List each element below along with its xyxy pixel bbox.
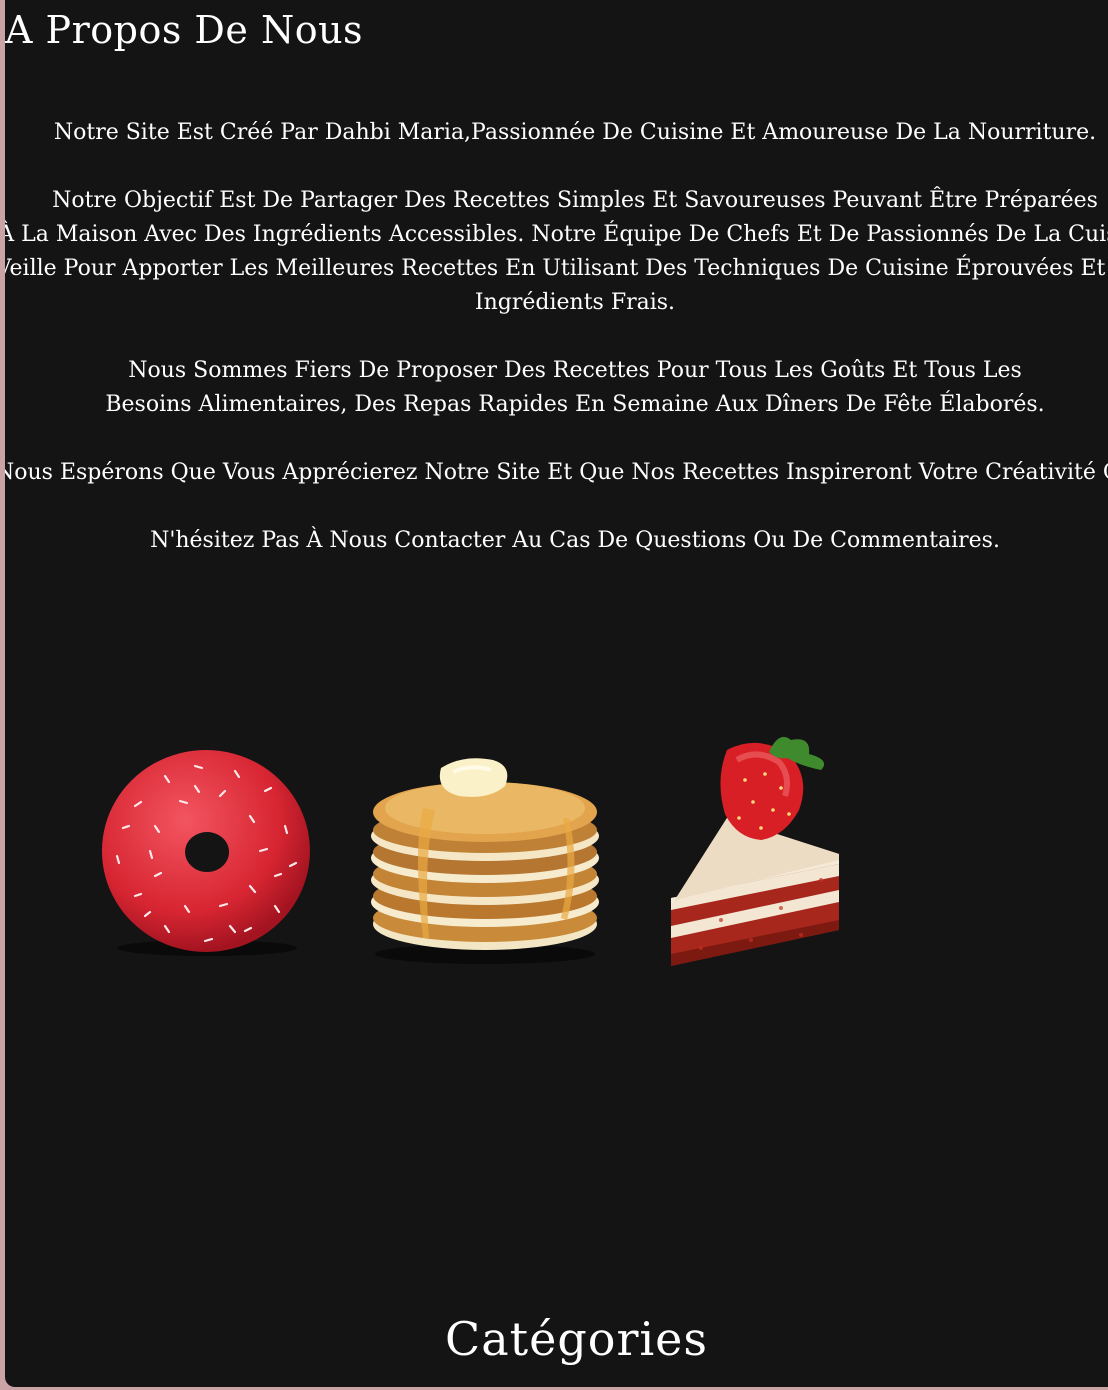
about-line: Besoins Alimentaires, Des Repas Rapides … (105, 392, 1045, 417)
about-paragraph: Notre Site Est Créé Par Dahbi Maria,Pass… (5, 116, 1108, 150)
donut-image (101, 750, 310, 956)
about-paragraph: N'hésitez Pas À Nous Contacter Au Cas De… (5, 524, 1108, 558)
about-line: Nous Sommes Fiers De Proposer Des Recett… (128, 358, 1022, 383)
about-line: À La Maison Avec Des Ingrédients Accessi… (5, 222, 1108, 247)
food-gallery (5, 720, 1108, 980)
categories-title: Catégories (445, 1312, 708, 1366)
about-paragraph: Nous Sommes Fiers De Proposer Des Recett… (5, 354, 1108, 422)
red-velvet-cake-image (671, 736, 839, 966)
about-line: Nous Espérons Que Vous Apprécierez Notre… (5, 460, 1108, 485)
about-paragraph: Notre Objectif Est De Partager Des Recet… (5, 184, 1108, 320)
about-paragraph: Nous Espérons Que Vous Apprécierez Notre… (5, 456, 1108, 490)
about-line: Veille Pour Apporter Les Meilleures Rece… (5, 256, 1108, 281)
about-line: Ingrédients Frais. (474, 290, 676, 315)
about-line: Notre Objectif Est De Partager Des Recet… (52, 188, 1098, 213)
about-text: Notre Site Est Créé Par Dahbi Maria,Pass… (5, 116, 1108, 592)
pancakes-image (371, 758, 599, 964)
about-title: A Propos De Nous (5, 8, 364, 52)
about-line: Notre Site Est Créé Par Dahbi Maria,Pass… (53, 120, 1097, 145)
about-section: A Propos De Nous Notre Site Est Créé Par… (5, 0, 1108, 1387)
about-line: N'hésitez Pas À Nous Contacter Au Cas De… (150, 528, 1000, 553)
